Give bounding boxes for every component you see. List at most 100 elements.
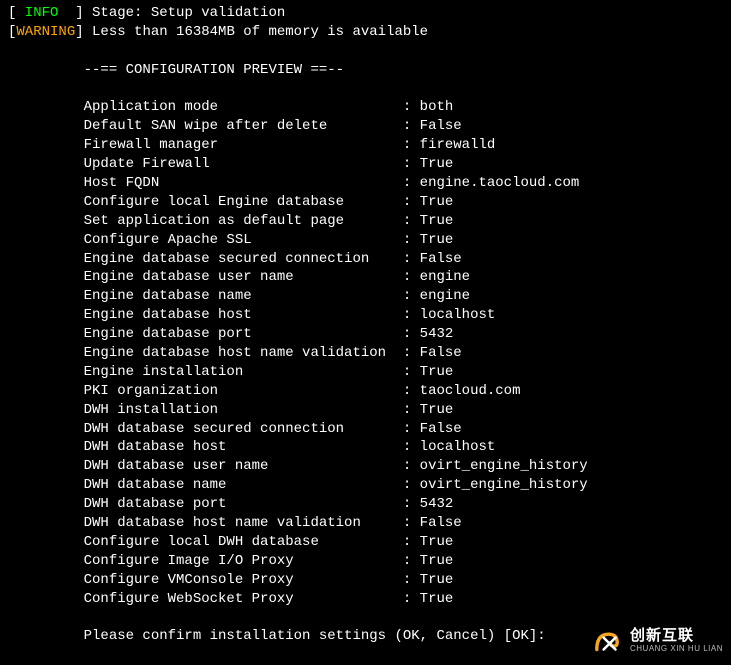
config-label: DWH database host name validation — [84, 514, 403, 533]
config-label: Configure local Engine database — [84, 193, 403, 212]
config-value: True — [420, 534, 454, 550]
config-list: Application mode: both Default SAN wipe a… — [8, 98, 723, 608]
config-label: DWH database port — [84, 495, 403, 514]
config-separator: : — [403, 364, 420, 380]
config-value: localhost — [420, 307, 496, 323]
config-label: Configure local DWH database — [84, 533, 403, 552]
config-separator: : — [403, 232, 420, 248]
config-separator: : — [403, 307, 420, 323]
config-label: Engine database host — [84, 306, 403, 325]
config-separator: : — [403, 477, 420, 493]
config-separator: : — [403, 421, 420, 437]
config-separator: : — [403, 137, 420, 153]
config-value: 5432 — [420, 496, 454, 512]
config-label: DWH installation — [84, 401, 403, 420]
blank-line — [8, 42, 723, 61]
config-label: Configure Apache SSL — [84, 231, 403, 250]
config-label: Engine database host name validation — [84, 344, 403, 363]
config-label: Configure WebSocket Proxy — [84, 590, 403, 609]
config-row: Engine database user name: engine — [8, 268, 723, 287]
bracket-close: ] — [75, 24, 92, 40]
config-separator: : — [403, 175, 420, 191]
config-value: False — [420, 345, 462, 361]
config-label: Application mode — [84, 98, 403, 117]
brand-name-cn: 创新互联 — [630, 628, 723, 645]
config-separator: : — [403, 439, 420, 455]
config-value: True — [420, 194, 454, 210]
config-row: Engine installation: True — [8, 363, 723, 382]
config-row: Update Firewall: True — [8, 155, 723, 174]
log-info-line: [ INFO ] Stage: Setup validation — [8, 4, 723, 23]
config-label: DWH database secured connection — [84, 420, 403, 439]
config-value: True — [420, 213, 454, 229]
config-value: ovirt_engine_history — [420, 458, 588, 474]
config-value: taocloud.com — [420, 383, 521, 399]
config-label: Engine database secured connection — [84, 250, 403, 269]
config-value: engine — [420, 288, 470, 304]
config-separator: : — [403, 118, 420, 134]
config-label: Default SAN wipe after delete — [84, 117, 403, 136]
config-separator: : — [403, 591, 420, 607]
config-separator: : — [403, 458, 420, 474]
brand-logo-icon — [590, 624, 624, 658]
config-separator: : — [403, 213, 420, 229]
config-row: Firewall manager: firewalld — [8, 136, 723, 155]
config-row: Configure Apache SSL: True — [8, 231, 723, 250]
config-value: True — [420, 402, 454, 418]
config-label: Configure VMConsole Proxy — [84, 571, 403, 590]
config-label: Update Firewall — [84, 155, 403, 174]
config-label: Configure Image I/O Proxy — [84, 552, 403, 571]
config-separator: : — [403, 553, 420, 569]
config-value: engine — [420, 269, 470, 285]
config-row: DWH database port: 5432 — [8, 495, 723, 514]
info-level-tag: INFO — [16, 5, 75, 21]
config-preview-header: --== CONFIGURATION PREVIEW ==-- — [8, 61, 723, 80]
config-separator: : — [403, 515, 420, 531]
config-row: Engine database secured connection: Fals… — [8, 250, 723, 269]
config-value: True — [420, 572, 454, 588]
config-row: Configure VMConsole Proxy: True — [8, 571, 723, 590]
config-separator: : — [403, 99, 420, 115]
config-row: DWH database host name validation: False — [8, 514, 723, 533]
config-row: DWH installation: True — [8, 401, 723, 420]
config-value: True — [420, 364, 454, 380]
config-value: ovirt_engine_history — [420, 477, 588, 493]
config-value: 5432 — [420, 326, 454, 342]
config-row: DWH database user name: ovirt_engine_his… — [8, 457, 723, 476]
config-separator: : — [403, 572, 420, 588]
config-row: Configure WebSocket Proxy: True — [8, 590, 723, 609]
config-value: engine.taocloud.com — [420, 175, 580, 191]
warning-level-tag: WARNING — [16, 24, 75, 40]
config-row: Engine database host: localhost — [8, 306, 723, 325]
config-row: Configure local Engine database: True — [8, 193, 723, 212]
config-label: DWH database host — [84, 438, 403, 457]
config-row: DWH database secured connection: False — [8, 420, 723, 439]
config-value: False — [420, 118, 462, 134]
config-row: Configure Image I/O Proxy: True — [8, 552, 723, 571]
brand-name-en: CHUANG XIN HU LIAN — [630, 645, 723, 654]
config-value: False — [420, 251, 462, 267]
config-row: DWH database name: ovirt_engine_history — [8, 476, 723, 495]
config-label: Engine database name — [84, 287, 403, 306]
config-separator: : — [403, 326, 420, 342]
config-label: Engine database port — [84, 325, 403, 344]
config-row: Set application as default page: True — [8, 212, 723, 231]
config-separator: : — [403, 251, 420, 267]
config-row: Engine database host name validation: Fa… — [8, 344, 723, 363]
config-separator: : — [403, 496, 420, 512]
config-value: True — [420, 591, 454, 607]
config-value: both — [420, 99, 454, 115]
config-separator: : — [403, 194, 420, 210]
warning-message: Less than 16384MB of memory is available — [92, 24, 428, 40]
config-separator: : — [403, 534, 420, 550]
config-row: Host FQDN: engine.taocloud.com — [8, 174, 723, 193]
config-separator: : — [403, 156, 420, 172]
config-label: Engine database user name — [84, 268, 403, 287]
config-separator: : — [403, 383, 420, 399]
branding-watermark: 创新互联 CHUANG XIN HU LIAN — [590, 624, 723, 658]
config-separator: : — [403, 345, 420, 361]
brand-text-block: 创新互联 CHUANG XIN HU LIAN — [630, 628, 723, 653]
config-row: Configure local DWH database: True — [8, 533, 723, 552]
config-row: Engine database name: engine — [8, 287, 723, 306]
config-label: Firewall manager — [84, 136, 403, 155]
